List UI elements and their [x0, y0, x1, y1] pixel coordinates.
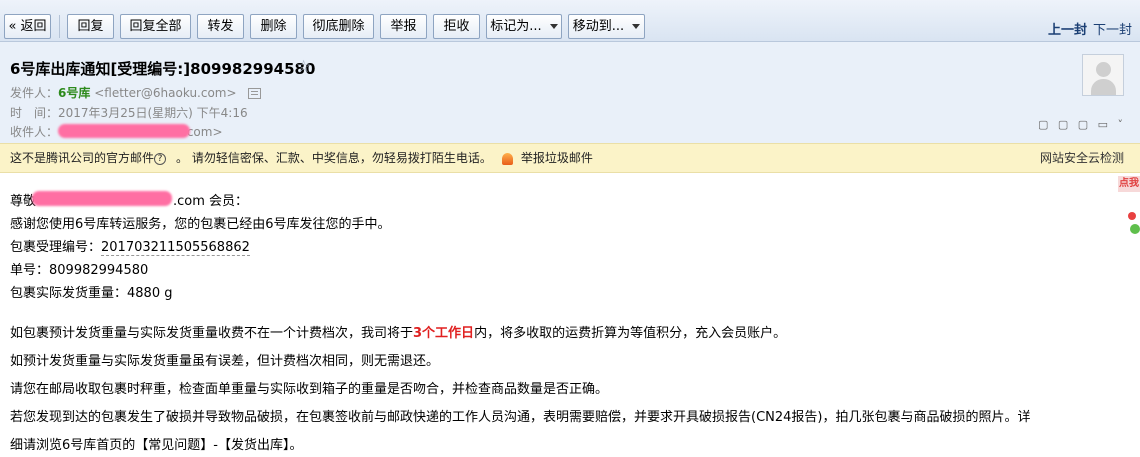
- paragraph: 请您在邮局收取包裹时秤重，检查面单重量与实际收到箱子的重量是否吻合，并检查商品数…: [10, 382, 609, 397]
- reject-button[interactable]: 拒收: [433, 14, 480, 39]
- paragraph: 若您发现到达的包裹发生了破损并导致物品破损，在包裹签收前与邮政快递的工作人员沟通…: [10, 410, 1031, 425]
- move-to-dropdown[interactable]: 移动到...: [568, 14, 645, 39]
- security-check-link[interactable]: 网站安全云检测: [1040, 144, 1124, 172]
- to-label: 收件人：: [10, 125, 59, 139]
- actual-weight: 包裹实际发货重量：4880 g: [10, 286, 173, 301]
- report-spam-icon: [501, 152, 513, 165]
- paragraph: 如包裹预计发货重量与实际发货重量收费不在一个计费档次，我司将于3个工作日内，将多…: [10, 322, 786, 341]
- help-icon[interactable]: ?: [154, 152, 167, 165]
- body-line: 感谢您使用6号库转运服务，您的包裹已经由6号库发往您的手中。: [10, 217, 391, 232]
- side-widget-tag[interactable]: 点我: [1118, 176, 1140, 192]
- accept-number-row: 包裹受理编号：201703211505568862: [10, 236, 250, 256]
- avatar[interactable]: [1082, 54, 1124, 96]
- delete-button[interactable]: 删除: [250, 14, 297, 39]
- forward-button[interactable]: 转发: [197, 14, 244, 39]
- accept-number-value: 201703211505568862: [101, 240, 250, 256]
- toolbar-separator: [59, 15, 60, 38]
- star-icon[interactable]: ☆: [296, 57, 311, 77]
- greeting-suffix: .com 会员：: [173, 194, 249, 209]
- message-nav: 上一封 下一封: [1048, 19, 1132, 38]
- back-button[interactable]: « 返回: [4, 14, 51, 39]
- paragraph-text: 内，将多收取的运费折算为等值积分，充入会员账户。: [474, 326, 787, 341]
- sender-name[interactable]: 6号库: [58, 86, 90, 100]
- sender-address: <fletter@6haoku.com>: [94, 86, 237, 100]
- report-spam-link[interactable]: 举报垃圾邮件: [521, 151, 593, 165]
- reply-button[interactable]: 回复: [67, 14, 114, 39]
- redaction-mark: [58, 124, 190, 138]
- delete-permanently-button[interactable]: 彻底删除: [303, 14, 374, 39]
- reply-all-button[interactable]: 回复全部: [120, 14, 191, 39]
- prev-message-link[interactable]: 上一封: [1048, 23, 1087, 38]
- paragraph: 如预计发货重量与实际发货重量虽有误差，但计费档次相同，则无需退还。: [10, 354, 440, 369]
- mark-as-dropdown[interactable]: 标记为...: [486, 14, 562, 39]
- red-dot-icon: [1128, 212, 1136, 220]
- green-dot-icon: [1130, 224, 1140, 234]
- accept-number-label: 包裹受理编号：: [10, 240, 102, 255]
- highlight-text: 3个工作日: [413, 326, 475, 341]
- toolbar: « 返回 回复 回复全部 转发 删除 彻底删除 举报 拒收 标记为... 移动到…: [0, 0, 1140, 42]
- next-message-link[interactable]: 下一封: [1093, 23, 1132, 38]
- message-header: 6号库出库通知[受理编号:]809982994580 ☆ 发件人：6号库 <fl…: [0, 42, 1140, 143]
- warning-text-2: 。 请勿轻信密保、汇款、中奖信息，勿轻易拨打陌生电话。: [176, 151, 492, 165]
- order-number: 单号：809982994580: [10, 263, 149, 278]
- paragraph: 细请浏览6号库首页的【常见问题】-【发货出库】。: [10, 438, 303, 453]
- warning-text-1: 这不是腾讯公司的官方邮件: [10, 151, 155, 165]
- time-row: 时 间：2017年3月25日(星期六) 下午4:16: [10, 104, 248, 121]
- report-button[interactable]: 举报: [380, 14, 427, 39]
- chevron-down-icon: [632, 24, 641, 29]
- chevron-down-icon: [549, 24, 558, 29]
- mark-as-label: 标记为...: [490, 19, 542, 34]
- move-to-label: 移动到...: [572, 19, 625, 34]
- view-options-icons[interactable]: ▢ ▢ ▢ ▭ ˅: [1038, 118, 1126, 131]
- from-row: 发件人：6号库 <fletter@6haoku.com>: [10, 84, 262, 101]
- security-warning-bar: 这不是腾讯公司的官方邮件? 。 请勿轻信密保、汇款、中奖信息，勿轻易拨打陌生电话。…: [0, 143, 1140, 173]
- time-value: 2017年3月25日(星期六) 下午4:16: [58, 106, 248, 120]
- side-widget[interactable]: 点我: [1118, 176, 1140, 238]
- redaction-mark: [32, 191, 172, 206]
- from-label: 发件人：: [10, 86, 59, 100]
- time-label: 时 间：: [10, 106, 59, 120]
- paragraph-text: 如包裹预计发货重量与实际发货重量收费不在一个计费档次，我司将于: [10, 326, 414, 341]
- contact-card-icon[interactable]: [248, 88, 262, 99]
- message-subject: 6号库出库通知[受理编号:]809982994580: [10, 60, 316, 78]
